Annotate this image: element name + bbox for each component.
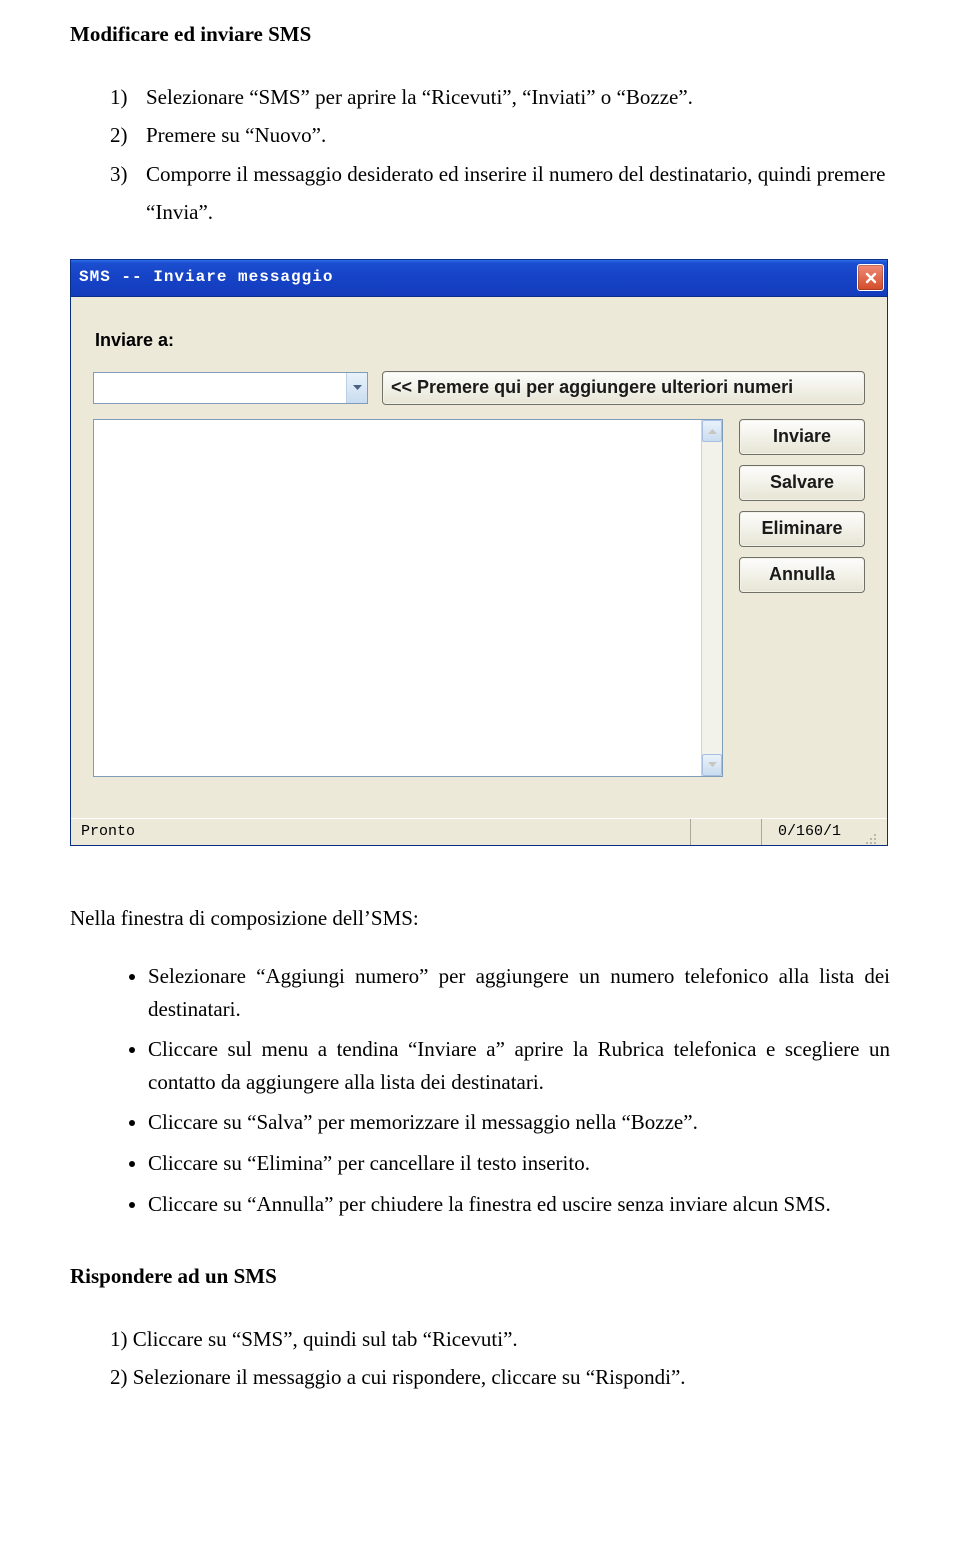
bullet-list: Selezionare “Aggiungi numero” per aggiun… [70, 960, 890, 1220]
status-counter: 0/160/1 [761, 819, 857, 845]
chevron-down-icon [353, 385, 362, 391]
chevron-down-icon [708, 762, 717, 768]
step-2: 2)Premere su “Nuovo”. [110, 119, 890, 152]
final-step-1: 1) Cliccare su “SMS”, quindi sul tab “Ri… [70, 1323, 890, 1356]
recipient-combobox[interactable] [93, 372, 368, 404]
step-text: Comporre il messaggio desiderato ed inse… [146, 162, 885, 186]
chevron-up-icon [708, 428, 717, 434]
section-title: Modificare ed inviare SMS [70, 18, 890, 51]
button-label: Annulla [769, 561, 835, 589]
paragraph-intro: Nella finestra di composizione dell’SMS: [70, 902, 890, 935]
bullet-item: Cliccare sul menu a tendina “Inviare a” … [148, 1033, 890, 1098]
message-textarea[interactable] [93, 419, 723, 777]
resize-grip-icon [857, 819, 877, 845]
scroll-up-button[interactable] [702, 420, 722, 442]
button-label: Salvare [770, 469, 834, 497]
recipient-input[interactable] [94, 373, 346, 403]
step-text: Premere su “Nuovo”. [146, 123, 326, 147]
button-label: Inviare [773, 423, 831, 451]
final-step-2: 2) Selezionare il messaggio a cui rispon… [70, 1361, 890, 1394]
add-numbers-button[interactable]: << Premere qui per aggiungere ulteriori … [382, 371, 865, 405]
sms-compose-window: SMS -- Inviare messaggio Inviare a: << P… [70, 259, 888, 846]
steps-list: 1)Selezionare “SMS” per aprire la “Ricev… [70, 81, 890, 229]
close-icon [865, 272, 877, 284]
bullet-item: Cliccare su “Elimina” per cancellare il … [148, 1147, 890, 1180]
close-button[interactable] [857, 264, 884, 291]
bullet-item: Cliccare su “Salva” per memorizzare il m… [148, 1106, 890, 1139]
send-to-label: Inviare a: [95, 327, 865, 355]
combobox-arrow[interactable] [346, 373, 367, 403]
status-left: Pronto [81, 820, 690, 843]
status-cell-empty [690, 819, 761, 845]
bullet-item: Selezionare “Aggiungi numero” per aggiun… [148, 960, 890, 1025]
step-1: 1)Selezionare “SMS” per aprire la “Ricev… [110, 81, 890, 114]
step-3-tail: “Invia”. [110, 196, 890, 229]
delete-button[interactable]: Eliminare [739, 511, 865, 547]
step-3: 3)Comporre il messaggio desiderato ed in… [110, 158, 890, 191]
button-label: Eliminare [761, 515, 842, 543]
scroll-down-button[interactable] [702, 754, 722, 776]
subsection-title: Rispondere ad un SMS [70, 1260, 890, 1293]
statusbar: Pronto 0/160/1 [71, 818, 887, 845]
window-title: SMS -- Inviare messaggio [79, 265, 333, 290]
cancel-button[interactable]: Annulla [739, 557, 865, 593]
scrollbar[interactable] [701, 420, 722, 776]
step-text: Selezionare “SMS” per aprire la “Ricevut… [146, 85, 693, 109]
step-text: “Invia”. [146, 200, 213, 224]
save-button[interactable]: Salvare [739, 465, 865, 501]
titlebar: SMS -- Inviare messaggio [71, 260, 887, 297]
send-button[interactable]: Inviare [739, 419, 865, 455]
add-numbers-label: << Premere qui per aggiungere ulteriori … [391, 374, 793, 402]
bullet-item: Cliccare su “Annulla” per chiudere la fi… [148, 1188, 890, 1221]
